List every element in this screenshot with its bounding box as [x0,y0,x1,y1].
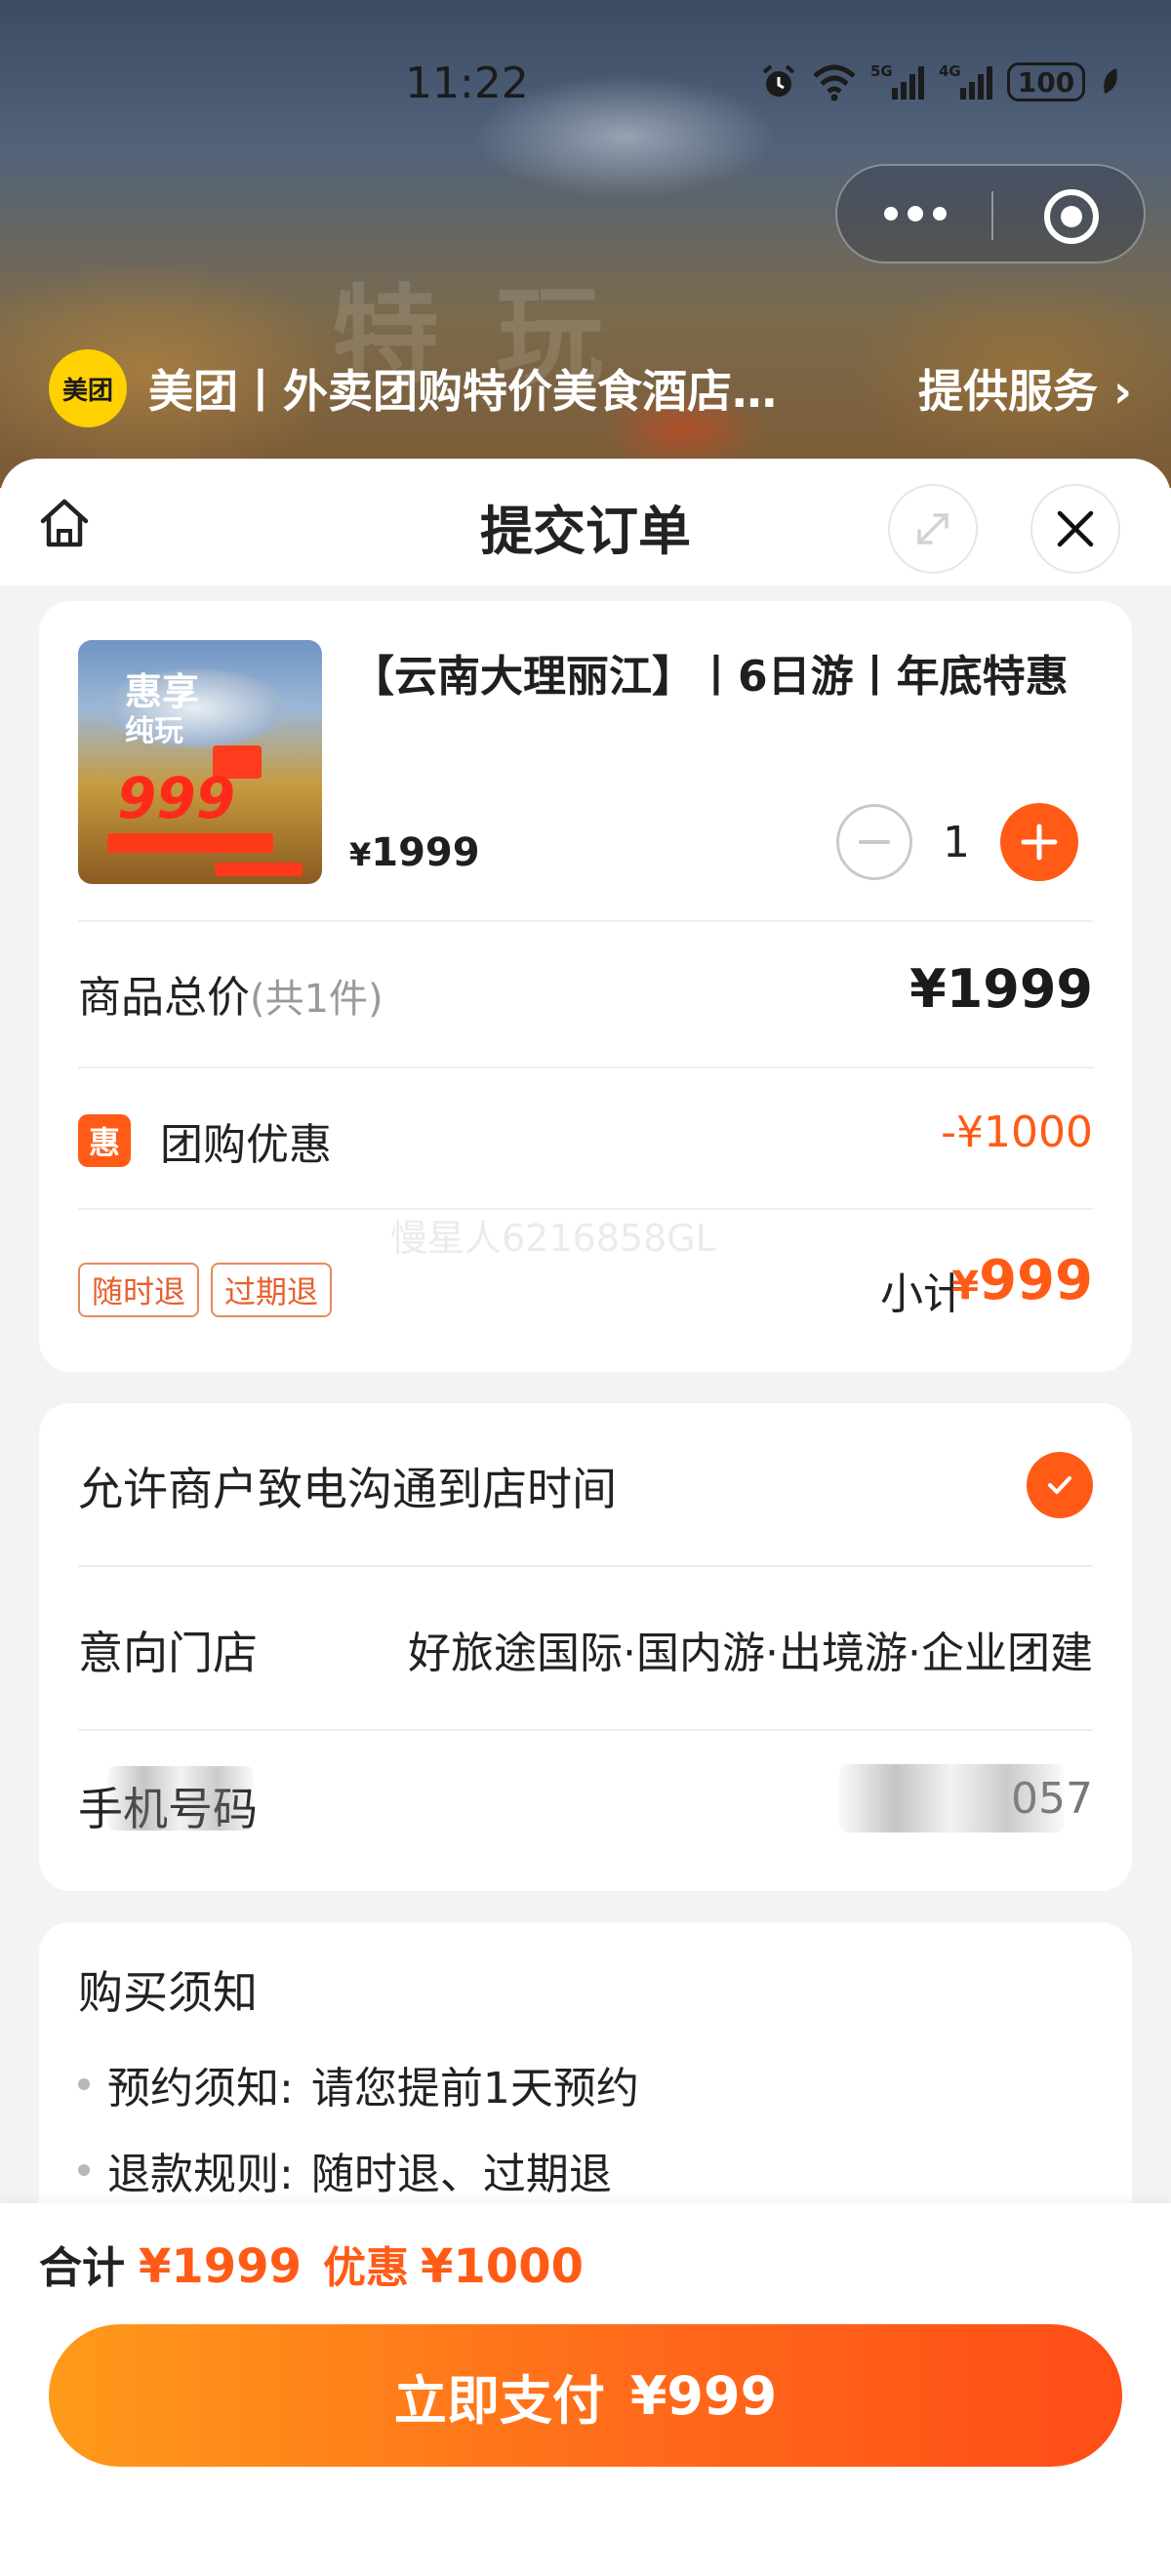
notice-key: 退款规则: [107,2150,294,2199]
quantity-value[interactable]: 1 [912,818,1000,867]
product-title: 【云南大理丽江】丨6日游丨年底特惠 [351,652,1069,702]
image-strip2 [215,863,303,876]
decrease-button[interactable] [836,804,912,880]
image-price: 999 [117,765,236,831]
notice-item: 退款规则: 随时退、过期退 [78,2139,612,2201]
discount-label: 团购优惠 [160,1120,332,1170]
check-icon [1048,1476,1071,1494]
contact-card: 允许商户致电沟通到店时间 意向门店 好旅途国际·国内游·出境游·企业团建 手机号… [39,1403,1132,1891]
divider [78,920,1093,922]
expand-button[interactable] [888,484,978,574]
blurred-region [839,1764,1064,1832]
tag-refund-anytime: 随时退 [78,1263,200,1317]
sum-discount-value: ¥1000 [421,2239,584,2294]
leaf-icon [1104,68,1117,94]
pay-label: 立即支付 [393,2369,605,2432]
wifi-icon [813,64,856,101]
service-provider-bar: 美团 美团丨外卖团购特价美食酒店… 提供服务 › [49,349,1132,427]
divider [78,1565,1093,1567]
notice-item: 预约须知: 请您提前1天预约 [78,2053,639,2115]
product-image[interactable]: 惠享 纯玩 999 [78,640,322,884]
quantity-stepper: 1 [836,803,1078,881]
sheet-header: 提交订单 [0,459,1171,585]
store-label: 意向门店 [78,1627,258,1679]
discount-icon: 惠 [78,1114,131,1167]
product-card: 惠享 纯玩 999 【云南大理丽江】丨6日游丨年底特惠 ¥1999 1 商品总价… [39,601,1132,1372]
watermark: 慢星人6216858GL [390,1217,716,1260]
close-target-icon[interactable] [1044,189,1099,244]
more-dots-icon[interactable] [837,166,993,262]
divider [78,1729,1093,1731]
expand-icon [917,513,949,544]
product-price: ¥1999 [349,830,480,875]
notice-value: 请您提前1天预约 [310,2064,639,2113]
bullet-icon [78,2078,90,2090]
total-price-value: ¥1999 [909,958,1093,1020]
tag-refund-expired: 过期退 [211,1263,333,1317]
notice-title: 购买须知 [78,1966,258,2019]
pay-now-button[interactable]: 立即支付 ¥999 [49,2324,1122,2467]
subtotal-value: ¥999 [951,1249,1093,1312]
divider [78,1067,1093,1068]
status-time: 11:22 [405,59,529,108]
store-value[interactable]: 好旅途国际·国内游·出境游·企业团建 [408,1618,1093,1680]
allow-call-checkbox[interactable] [1027,1452,1093,1518]
status-icons: 5G 4G 100 [759,60,1120,103]
increase-button[interactable] [1000,803,1078,881]
sum-discount-label: 优惠 [323,2243,409,2293]
image-strip [107,833,273,853]
svg-text:4G: 4G [939,62,961,80]
svg-text:5G: 5G [870,62,893,80]
image-text-line2: 纯玩 [125,714,183,748]
notice-key: 预约须知: [107,2064,294,2113]
sum-row: 合计 ¥1999 优惠 ¥1000 [39,2233,605,2295]
signal-5g-icon: 5G [870,62,924,100]
meituan-logo: 美团 [49,349,127,427]
sum-label: 合计 [39,2243,125,2293]
signal-4g-icon: 4G [939,62,992,100]
total-price-label: 商品总价(共1件) [78,973,384,1023]
miniprogram-capsule [835,164,1146,263]
capsule-divider [991,191,993,240]
service-name: 美团丨外卖团购特价美食酒店… [148,365,777,418]
plus-icon [1021,824,1058,861]
minus-icon [859,840,890,844]
notice-value: 随时退、过期退 [310,2150,612,2199]
service-link[interactable]: 提供服务 › [918,356,1132,421]
sum-value: ¥1999 [139,2239,302,2294]
battery-indicator: 100 [1007,62,1085,101]
allow-call-label: 允许商户致电沟通到店时间 [78,1463,617,1515]
pay-value: ¥999 [629,2364,778,2427]
close-button[interactable] [1030,484,1120,574]
page-title: 提交订单 [480,501,691,562]
checkout-bar: 合计 ¥1999 优惠 ¥1000 立即支付 ¥999 [0,2203,1171,2576]
blurred-region [107,1766,254,1831]
close-icon [1057,510,1094,547]
discount-value: -¥1000 [941,1107,1093,1157]
alarm-icon [762,64,795,97]
bullet-icon [78,2164,90,2176]
